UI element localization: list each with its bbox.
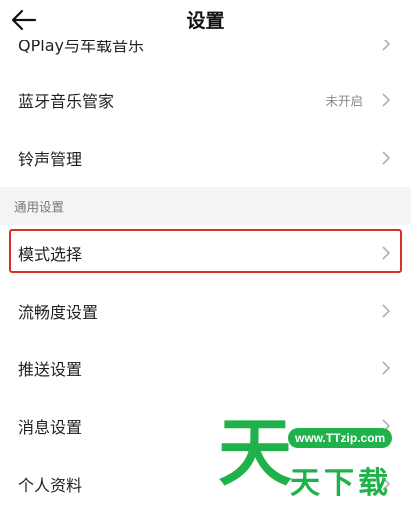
settings-item-label: 蓝牙音乐管家 [18, 92, 115, 111]
top-app-bar: 设置 [0, 0, 411, 40]
chevron-right-icon [382, 419, 391, 433]
settings-item-message[interactable]: 消息设置 [0, 398, 411, 454]
chevron-right-icon [382, 151, 391, 165]
settings-item-fluency[interactable]: 流畅度设置 [0, 283, 411, 339]
settings-list: QPlay与车载音乐 蓝牙音乐管家 未开启 铃声管理 通用设置 模式选择 流畅度… [0, 0, 411, 515]
settings-item-label: 模式选择 [18, 245, 83, 264]
settings-item-push[interactable]: 推送设置 [0, 340, 411, 396]
settings-item-label: 铃声管理 [18, 150, 83, 169]
chevron-right-icon [382, 246, 391, 260]
settings-item-mode[interactable]: 模式选择 [0, 225, 411, 281]
settings-item-label: 个人资料 [18, 476, 83, 495]
settings-item-ringtone[interactable]: 铃声管理 [0, 130, 411, 186]
status-text: 未开启 [325, 93, 363, 109]
settings-item-bluetooth[interactable]: 蓝牙音乐管家 未开启 [0, 72, 411, 128]
chevron-right-icon [382, 477, 391, 491]
page-title: 设置 [186, 10, 225, 32]
section-header-label: 通用设置 [14, 199, 65, 215]
settings-item-label: 消息设置 [18, 418, 83, 437]
chevron-right-icon [382, 304, 391, 318]
chevron-right-icon [382, 93, 391, 107]
section-header-general: 通用设置 [0, 187, 411, 225]
settings-item-label: 流畅度设置 [18, 303, 99, 322]
chevron-right-icon [382, 361, 391, 375]
settings-item-profile[interactable]: 个人资料 [0, 456, 411, 512]
settings-item-label: 推送设置 [18, 360, 83, 379]
